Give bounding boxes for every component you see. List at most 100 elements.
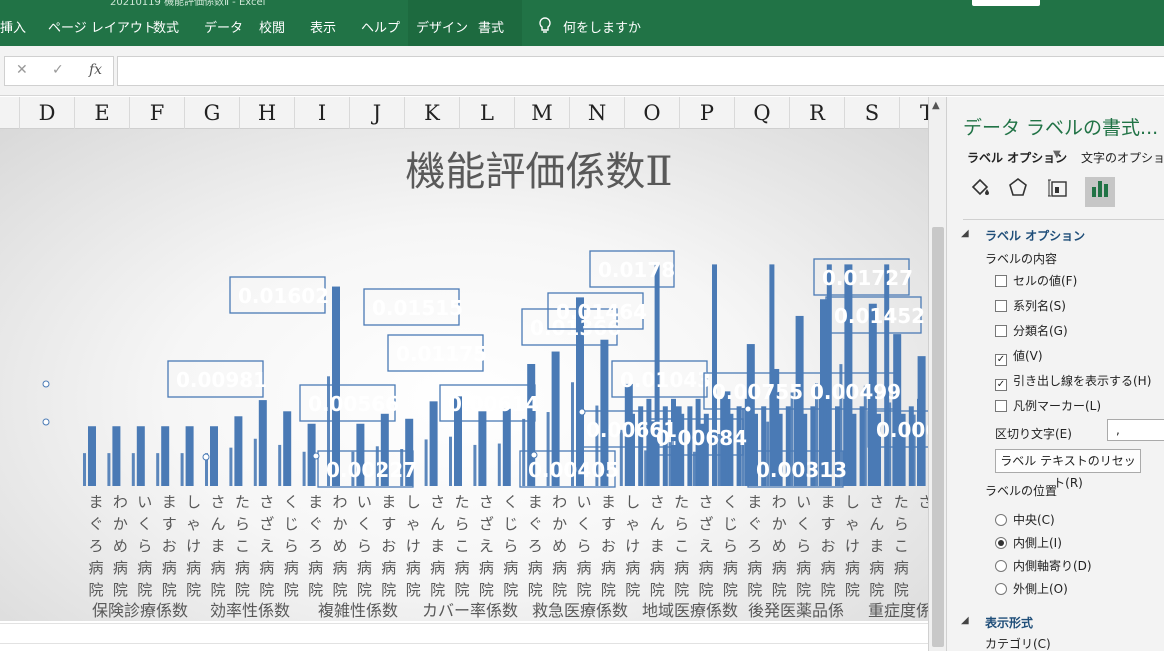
- category-label-char[interactable]: い: [137, 493, 152, 511]
- category-label-char[interactable]: 病: [894, 559, 909, 577]
- category-label-char[interactable]: 病: [406, 559, 421, 577]
- tab-insert[interactable]: 挿入: [0, 8, 26, 46]
- category-label-char[interactable]: す: [162, 515, 177, 533]
- radio-dot[interactable]: [995, 583, 1007, 595]
- category-label-char[interactable]: 病: [552, 559, 567, 577]
- category-label-char[interactable]: ゃ: [625, 515, 640, 533]
- chart-bar[interactable]: [107, 453, 111, 486]
- category-label-char[interactable]: 院: [406, 581, 421, 599]
- category-label-char[interactable]: か: [113, 515, 128, 533]
- category-label-char[interactable]: 院: [162, 581, 177, 599]
- label-options-icon[interactable]: [1085, 177, 1115, 207]
- data-label[interactable]: 0.00313: [756, 458, 847, 482]
- category-label-char[interactable]: 病: [454, 559, 469, 577]
- category-label-char[interactable]: ま: [601, 493, 616, 511]
- category-label-char[interactable]: お: [601, 537, 616, 555]
- enter-icon[interactable]: ✓: [52, 62, 64, 78]
- checkbox-box[interactable]: [995, 275, 1007, 287]
- category-label-char[interactable]: 院: [576, 581, 591, 599]
- category-label-char[interactable]: か: [332, 515, 347, 533]
- category-label-char[interactable]: か: [552, 515, 567, 533]
- category-label-char[interactable]: 院: [894, 581, 909, 599]
- radio-dot[interactable]: [995, 537, 1007, 549]
- category-label-char[interactable]: く: [284, 493, 299, 511]
- group-label[interactable]: 複雑性係数: [318, 601, 398, 620]
- category-label-char[interactable]: 院: [820, 581, 835, 599]
- category-label-char[interactable]: 院: [528, 581, 543, 599]
- data-label[interactable]: 0.0178: [598, 258, 675, 282]
- chart-bar[interactable]: [88, 426, 96, 486]
- selection-handle[interactable]: [42, 380, 50, 388]
- category-label-char[interactable]: ぐ: [88, 515, 103, 533]
- selection-handle[interactable]: [530, 451, 538, 459]
- category-label-char[interactable]: 院: [430, 581, 445, 599]
- cancel-icon[interactable]: ✕: [16, 62, 28, 78]
- data-label[interactable]: 0.00405: [528, 458, 619, 482]
- effects-icon[interactable]: [1003, 177, 1033, 207]
- data-label[interactable]: 0.01727: [822, 266, 913, 290]
- chart-bar[interactable]: [161, 426, 170, 486]
- category-label-char[interactable]: ら: [796, 537, 811, 555]
- category-label-char[interactable]: ま: [869, 537, 884, 555]
- column-header-i[interactable]: I: [294, 97, 349, 129]
- category-label-char[interactable]: ざ: [259, 515, 274, 533]
- category-label-char[interactable]: わ: [772, 493, 787, 511]
- category-label-char[interactable]: 院: [796, 581, 811, 599]
- chevron-down-icon[interactable]: ▼: [1053, 149, 1061, 160]
- category-label-char[interactable]: 院: [698, 581, 713, 599]
- tell-me-box[interactable]: 何をしますか: [563, 8, 641, 46]
- selection-handle[interactable]: [312, 452, 320, 460]
- data-label[interactable]: 0.01175: [396, 342, 487, 366]
- category-label-char[interactable]: す: [381, 515, 396, 533]
- category-label-char[interactable]: こ: [674, 537, 689, 555]
- category-label-char[interactable]: く: [137, 515, 152, 533]
- category-label-char[interactable]: ぐ: [308, 515, 323, 533]
- chart-bar[interactable]: [693, 451, 696, 486]
- checkbox-category-name[interactable]: 分類名(G): [995, 322, 1068, 339]
- category-label-char[interactable]: ま: [88, 493, 103, 511]
- category-label-char[interactable]: こ: [894, 537, 909, 555]
- column-header-f[interactable]: F: [129, 97, 184, 129]
- category-label-char[interactable]: 病: [820, 559, 835, 577]
- category-label-char[interactable]: 病: [772, 559, 787, 577]
- category-label-char[interactable]: 病: [796, 559, 811, 577]
- chart-bar[interactable]: [712, 264, 717, 486]
- category-label-char[interactable]: ら: [894, 515, 909, 533]
- category-label-char[interactable]: け: [845, 537, 860, 555]
- tab-text-options[interactable]: 文字のオプション: [1081, 149, 1164, 166]
- category-label-char[interactable]: 病: [210, 559, 225, 577]
- category-label-char[interactable]: 病: [162, 559, 177, 577]
- chart-bar[interactable]: [522, 418, 526, 486]
- category-label-char[interactable]: け: [406, 537, 421, 555]
- category-label-char[interactable]: わ: [332, 493, 347, 511]
- selection-handle[interactable]: [202, 453, 210, 461]
- category-label-char[interactable]: ろ: [88, 537, 103, 555]
- column-header-g[interactable]: G: [184, 97, 239, 129]
- category-label-char[interactable]: し: [406, 493, 421, 511]
- insert-function-icon[interactable]: fx: [89, 62, 102, 78]
- category-label-char[interactable]: 病: [601, 559, 616, 577]
- category-label-char[interactable]: め: [332, 537, 347, 555]
- category-label-char[interactable]: じ: [503, 515, 518, 533]
- category-label-char[interactable]: い: [796, 493, 811, 511]
- category-label-char[interactable]: 院: [503, 581, 518, 599]
- category-label-char[interactable]: 院: [747, 581, 762, 599]
- category-label-char[interactable]: し: [845, 493, 860, 511]
- category-label-char[interactable]: ざ: [698, 515, 713, 533]
- category-label-char[interactable]: え: [698, 537, 713, 555]
- tab-data[interactable]: データ: [204, 8, 243, 46]
- category-label-char[interactable]: 院: [381, 581, 396, 599]
- category-label-char[interactable]: ま: [747, 493, 762, 511]
- checkbox-cell-value[interactable]: セルの値(F): [995, 272, 1077, 289]
- category-label-char[interactable]: 病: [576, 559, 591, 577]
- category-label-char[interactable]: ぐ: [747, 515, 762, 533]
- category-label-char[interactable]: ら: [503, 537, 518, 555]
- data-label[interactable]: 0.00566: [308, 392, 399, 416]
- column-header-p[interactable]: P: [679, 97, 734, 129]
- checkmark-icon[interactable]: ✓: [995, 354, 1007, 366]
- chart-bar[interactable]: [283, 411, 292, 486]
- separator-input[interactable]: ,: [1107, 419, 1164, 441]
- category-label-char[interactable]: お: [820, 537, 835, 555]
- tab-review[interactable]: 校閲: [259, 8, 285, 46]
- category-label-char[interactable]: ま: [308, 493, 323, 511]
